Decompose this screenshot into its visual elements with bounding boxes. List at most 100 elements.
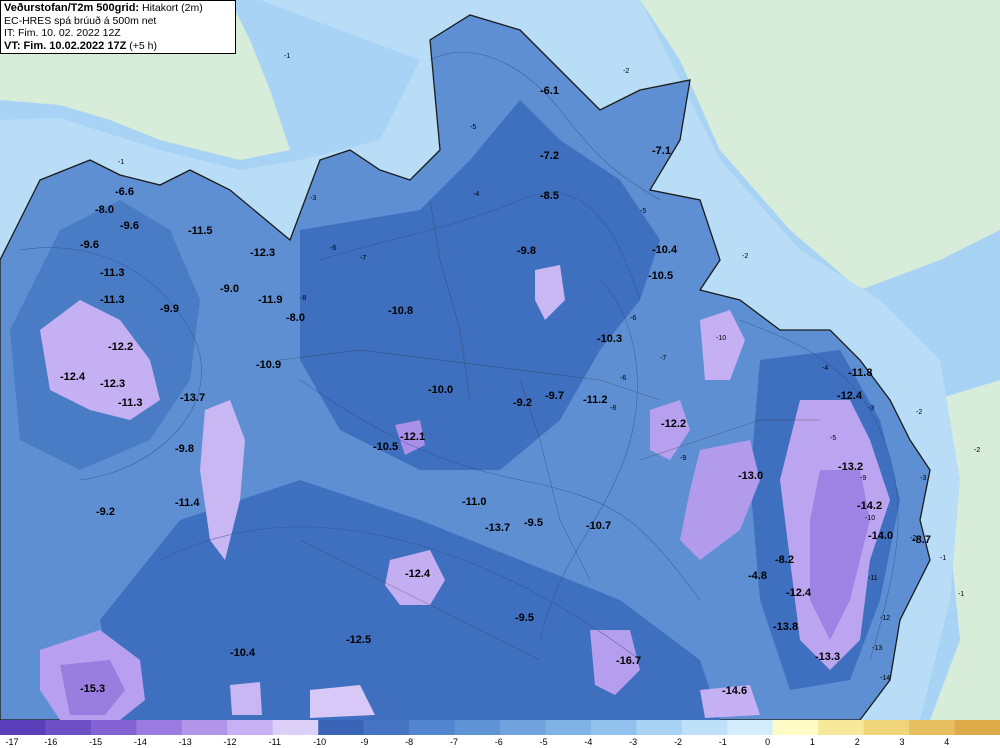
header-line2: EC-HRES spá brúuð á 500m net xyxy=(4,14,157,27)
legend-tick-label: 4 xyxy=(944,737,949,747)
temperature-label: -6.6 xyxy=(115,186,134,198)
contour-label: -3 xyxy=(920,475,926,482)
temperature-label: -12.1 xyxy=(400,431,425,443)
legend-tick-label: -3 xyxy=(629,737,637,747)
contour-label: -14 xyxy=(880,675,890,682)
legend-tick-label: -8 xyxy=(405,737,413,747)
contour-label: -1 xyxy=(118,159,124,166)
temperature-label: -11.0 xyxy=(462,496,486,508)
temperature-label: -11.9 xyxy=(258,294,282,306)
temperature-label: -10.0 xyxy=(428,384,453,396)
temperature-label: -9.5 xyxy=(515,612,534,624)
temperature-label: -10.4 xyxy=(230,647,256,659)
temperature-label: -12.3 xyxy=(100,378,125,390)
legend-tick-label: -5 xyxy=(540,737,548,747)
temperature-label: -13.7 xyxy=(485,522,510,534)
legend-swatch xyxy=(590,720,637,735)
legend-swatch xyxy=(863,720,910,735)
temperature-label: -11.2 xyxy=(583,394,607,406)
header-line4-rest: (+5 h) xyxy=(129,39,157,52)
legend-tick-label: -14 xyxy=(134,737,147,747)
temperature-label: -7.1 xyxy=(652,145,671,157)
temperature-label: -6.1 xyxy=(540,85,559,97)
temperature-label: -16.7 xyxy=(616,655,641,667)
legend-tick-label: -11 xyxy=(269,737,281,747)
temperature-label: -10.5 xyxy=(648,270,673,282)
temperature-label: -10.9 xyxy=(256,359,281,371)
legend-swatch xyxy=(727,720,774,735)
contour-label: -2 xyxy=(974,447,980,454)
temperature-label: -12.2 xyxy=(661,418,686,430)
temperature-label: -7.2 xyxy=(540,150,559,162)
temperature-label: -9.2 xyxy=(96,506,115,518)
legend-swatch xyxy=(363,720,410,735)
legend-tick-label: -6 xyxy=(495,737,503,747)
temperature-label: -9.0 xyxy=(220,283,239,295)
temperature-label: -13.0 xyxy=(738,470,763,482)
temperature-label: -8.7 xyxy=(912,534,931,546)
temperature-label: -9.9 xyxy=(160,303,179,315)
legend-swatch xyxy=(772,720,819,735)
legend-tick-label: 3 xyxy=(899,737,904,747)
temperature-label: -12.3 xyxy=(250,247,275,259)
temperature-label: -10.3 xyxy=(597,333,622,345)
temperature-label: -9.6 xyxy=(120,220,139,232)
temperature-label: -10.4 xyxy=(652,244,678,256)
legend-tick-label: -2 xyxy=(674,737,682,747)
legend-swatch xyxy=(818,720,865,735)
contour-label: -3 xyxy=(868,405,874,412)
contour-label: -1 xyxy=(284,53,290,60)
legend-swatch xyxy=(227,720,274,735)
contour-label: -5 xyxy=(830,435,836,442)
legend-tick-label: 2 xyxy=(855,737,860,747)
temperature-label: -13.3 xyxy=(815,651,840,663)
temperature-label: -12.2 xyxy=(108,341,133,353)
temperature-label: -14.2 xyxy=(857,500,882,512)
temperature-label: -14.0 xyxy=(868,530,893,542)
legend-tick-label: -13 xyxy=(179,737,192,747)
contour-label: -3 xyxy=(310,195,316,202)
legend-swatch xyxy=(45,720,92,735)
legend-tick-label: 1 xyxy=(810,737,815,747)
temperature-label: -8.0 xyxy=(286,312,305,324)
map-header: Veðurstofan/T2m 500grid: Hitakort (2m) E… xyxy=(0,0,236,54)
temperature-label: -13.8 xyxy=(773,621,798,633)
legend-swatch xyxy=(500,720,546,735)
temperature-label: -12.4 xyxy=(837,390,863,402)
temperature-label: -10.7 xyxy=(586,520,611,532)
temperature-label: -13.7 xyxy=(180,392,205,404)
legend-tick-label: 0 xyxy=(765,737,770,747)
contour-label: -6 xyxy=(620,375,626,382)
legend-swatch xyxy=(90,720,137,735)
legend-swatch xyxy=(636,720,683,735)
legend-tick-label: -1 xyxy=(719,737,727,747)
contour-label: -12 xyxy=(880,615,890,622)
legend-swatch xyxy=(409,720,456,735)
temperature-label: -10.8 xyxy=(388,305,413,317)
temperature-label: -9.5 xyxy=(524,517,543,529)
contour-label: -8 xyxy=(610,405,616,412)
temperature-label: -11.3 xyxy=(118,397,142,409)
header-line3: IT: Fim. 10. 02. 2022 12Z xyxy=(4,27,121,39)
contour-label: -10 xyxy=(716,335,726,342)
legend-swatch xyxy=(136,720,183,735)
contour-label: -1 xyxy=(958,591,964,598)
legend-tick-label: -17 xyxy=(5,737,18,747)
legend-tick-label: -9 xyxy=(360,737,368,747)
header-line4-bold: VT: Fim. 10.02.2022 17Z xyxy=(4,39,127,52)
temperature-label: -9.7 xyxy=(545,390,564,402)
temperature-label: -13.2 xyxy=(838,461,863,473)
temperature-label: -10.5 xyxy=(373,441,398,453)
temperature-label: -9.8 xyxy=(517,245,536,257)
temperature-label: -11.4 xyxy=(175,497,200,509)
legend-tick-label: -4 xyxy=(584,737,592,747)
temperature-label: -12.4 xyxy=(60,371,86,383)
legend-swatch xyxy=(0,720,46,735)
temperature-label: -9.8 xyxy=(175,443,194,455)
temperature-map: -1 -1 -2 -2 -2 -2 -1 -4 -5 -3 -6 -7 -8 -5 -6 -6 -7 -8 -9 -1… xyxy=(0,0,1000,748)
temperature-label: -12.4 xyxy=(786,587,812,599)
temperature-label: -12.5 xyxy=(346,634,371,646)
contour-label: -5 xyxy=(640,208,646,215)
temperature-label: -8.2 xyxy=(775,554,794,566)
contour-label: -1 xyxy=(940,555,946,562)
